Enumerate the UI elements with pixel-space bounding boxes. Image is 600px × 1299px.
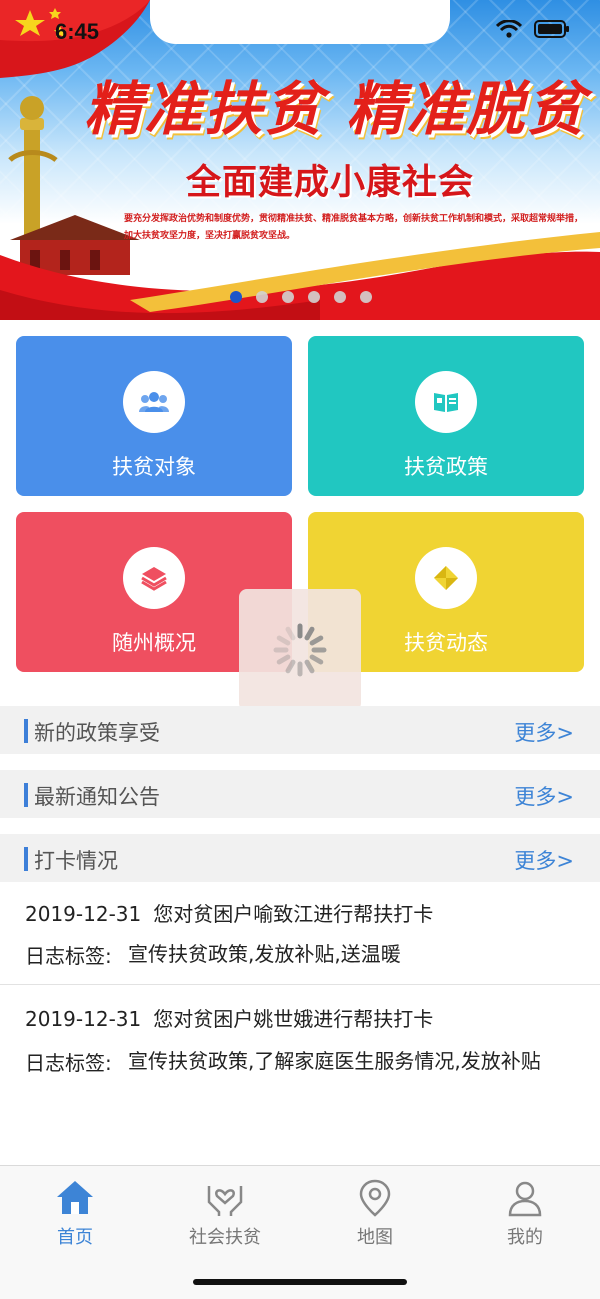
checkin-summary: 2019-12-31 您对贫困户喻致江进行帮扶打卡: [25, 898, 433, 927]
people-icon: [139, 392, 169, 412]
carousel-indicator[interactable]: [230, 291, 372, 303]
section-accent-bar: [24, 783, 28, 807]
tab-label: 地图: [357, 1227, 393, 1248]
diamond-icon: [434, 566, 458, 590]
banner-headline: 精准扶贫 精准脱贫: [84, 75, 587, 143]
book-icon: [434, 393, 458, 412]
carousel-dot[interactable]: [360, 291, 372, 303]
hands-heart-icon: [207, 1186, 243, 1216]
status-time: 6:45: [55, 19, 100, 44]
more-link[interactable]: 更多>: [514, 845, 574, 875]
checkin-text: 您对贫困户喻致江进行帮扶打卡: [153, 902, 434, 926]
carousel-dot[interactable]: [230, 291, 242, 303]
tile-label: 扶贫对象: [112, 455, 196, 479]
wifi-icon: [496, 20, 522, 38]
checkin-date: 2019-12-31: [25, 1007, 142, 1031]
section-accent-bar: [24, 847, 28, 871]
home-icon: [57, 1181, 93, 1214]
tile-icon-circle: [123, 547, 185, 609]
more-link[interactable]: 更多>: [514, 781, 574, 811]
carousel-dot[interactable]: [308, 291, 320, 303]
home-indicator[interactable]: [193, 1279, 407, 1285]
log-tag-label: 日志标签:: [25, 1051, 112, 1075]
section-checkins: 打卡情况 更多>: [0, 834, 600, 882]
carousel-dot[interactable]: [282, 291, 294, 303]
tile-label: 扶贫政策: [404, 455, 488, 479]
tab-label: 社会扶贫: [189, 1227, 261, 1248]
section-title: 最新通知公告: [34, 785, 160, 809]
checkin-date: 2019-12-31: [25, 902, 142, 926]
section-title: 新的政策享受: [34, 721, 160, 745]
section-title: 打卡情况: [34, 849, 118, 873]
tab-label: 我的: [507, 1227, 543, 1248]
banner-subhead: 全面建成小康社会: [185, 163, 474, 203]
checkin-text: 您对贫困户姚世娥进行帮扶打卡: [153, 1007, 434, 1031]
banner-carousel[interactable]: 6:45 精准扶贫 精准脱贫 全面建成小康社会 要充分发挥政治优势和制度优势，贯…: [0, 0, 600, 320]
tile-poverty-targets[interactable]: 扶贫对象: [16, 336, 292, 496]
loading-spinner: [239, 589, 361, 711]
tile-icon-circle: [415, 547, 477, 609]
layers-icon: [141, 567, 167, 591]
battery-icon: [534, 20, 569, 38]
more-link[interactable]: 更多>: [514, 717, 574, 747]
tab-label: 首页: [57, 1227, 93, 1248]
section-accent-bar: [24, 719, 28, 743]
tile-poverty-policy[interactable]: 扶贫政策: [308, 336, 584, 496]
tab-map[interactable]: 地图: [300, 1178, 450, 1249]
log-tags: 宣传扶贫政策,发放补贴,送温暖: [128, 942, 401, 966]
section-new-policy: 新的政策享受 更多>: [0, 706, 600, 754]
log-tags: 宣传扶贫政策,了解家庭医生服务情况,发放补贴: [128, 1049, 541, 1073]
tab-home[interactable]: 首页: [0, 1178, 150, 1249]
section-latest-notices: 最新通知公告 更多>: [0, 770, 600, 818]
list-divider: [0, 984, 600, 985]
carousel-dot[interactable]: [256, 291, 268, 303]
device-notch: [150, 0, 450, 44]
tile-icon-circle: [123, 371, 185, 433]
checkin-summary: 2019-12-31 您对贫困户姚世娥进行帮扶打卡: [25, 1003, 433, 1032]
tab-social-aid[interactable]: 社会扶贫: [150, 1178, 300, 1249]
banner-tagline: 要充分发挥政治优势和制度优势，贯彻精准扶贫、精准脱贫基本方略，创新扶贫工作机制和…: [124, 214, 584, 241]
user-icon: [508, 1181, 542, 1217]
tab-profile[interactable]: 我的: [450, 1178, 600, 1249]
log-tag-label: 日志标签:: [25, 944, 112, 968]
carousel-dot[interactable]: [334, 291, 346, 303]
status-icons: [496, 20, 570, 38]
spinner-icon: [273, 623, 327, 677]
map-pin-icon: [359, 1179, 391, 1217]
tile-icon-circle: [415, 371, 477, 433]
